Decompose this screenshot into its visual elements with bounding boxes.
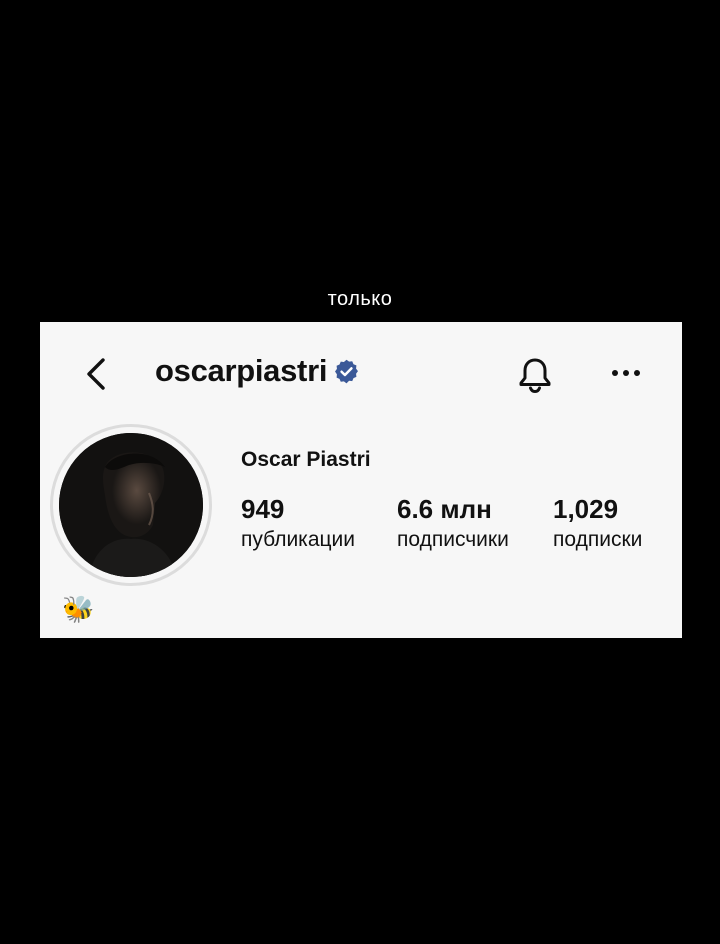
stat-following-count: 1,029 bbox=[553, 494, 619, 524]
chevron-left-icon bbox=[87, 358, 105, 390]
screen: только oscarpiastri Oscar Piastri 949 пу… bbox=[0, 0, 720, 944]
avatar-story-ring[interactable] bbox=[50, 424, 212, 586]
ellipsis-icon bbox=[612, 370, 640, 376]
stat-followers-count: 6.6 млн bbox=[397, 494, 492, 524]
back-button[interactable] bbox=[78, 352, 114, 396]
more-options-button[interactable] bbox=[606, 358, 646, 388]
stat-posts[interactable]: 949 публикации bbox=[241, 494, 355, 556]
profile-full-name: Oscar Piastri bbox=[241, 448, 371, 471]
bell-icon bbox=[519, 358, 551, 394]
stat-posts-label: публикации bbox=[241, 528, 355, 551]
profile-username-header: oscarpiastri bbox=[155, 353, 360, 389]
video-caption: только bbox=[327, 288, 393, 310]
stat-followers-label: подписчики bbox=[397, 528, 509, 551]
profile-card: oscarpiastri Oscar Piastri 949 публикаци… bbox=[40, 322, 682, 638]
notifications-button[interactable] bbox=[514, 352, 556, 398]
username-text: oscarpiastri bbox=[155, 353, 328, 388]
avatar bbox=[59, 433, 203, 577]
profile-bio: 🐝 bbox=[62, 594, 95, 624]
stat-followers[interactable]: 6.6 млн подписчики bbox=[397, 494, 509, 556]
stat-following-label: подписки bbox=[553, 528, 643, 551]
stat-following[interactable]: 1,029 подписки bbox=[553, 494, 642, 556]
verified-badge-icon bbox=[333, 358, 360, 385]
profile-photo bbox=[59, 433, 203, 577]
stat-posts-count: 949 bbox=[241, 494, 285, 524]
profile-header-bar: oscarpiastri bbox=[40, 322, 682, 426]
